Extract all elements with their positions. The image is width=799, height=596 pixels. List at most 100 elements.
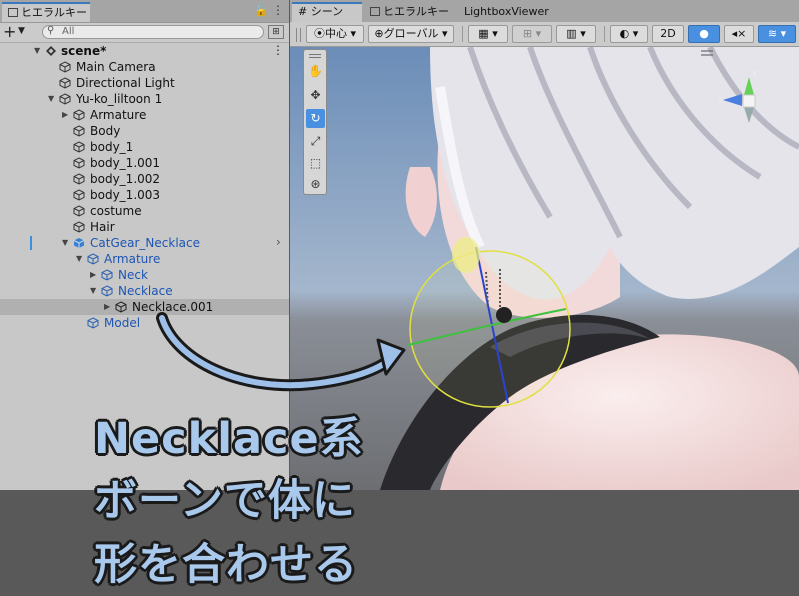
mute-icon: ◂× bbox=[731, 27, 747, 40]
snap-icon: ⊞ bbox=[522, 27, 533, 40]
toggle-2d-button[interactable]: 2D bbox=[652, 25, 684, 43]
tab-lightbox-viewer[interactable]: LightboxViewer bbox=[456, 2, 566, 22]
gameobject-icon bbox=[101, 269, 113, 281]
hierarchy-tab[interactable]: ヒエラルキー bbox=[2, 2, 90, 22]
lighting-toggle-button[interactable]: ● bbox=[688, 25, 720, 43]
gameobject-icon bbox=[73, 189, 85, 201]
scene-tab-bar: # シーン ヒエラルキー LightboxViewer bbox=[290, 0, 799, 22]
caption-line-3: 形を合わせる bbox=[94, 540, 358, 590]
gameobject-icon bbox=[59, 93, 71, 105]
tab-hierarchy-label: ヒエラルキー bbox=[383, 5, 449, 18]
expand-arrow-icon[interactable]: ▼ bbox=[48, 91, 54, 107]
scene-name: scene* bbox=[61, 44, 107, 58]
hierarchy-item-directional-light[interactable]: Directional Light bbox=[0, 75, 289, 91]
expand-arrow-icon[interactable]: ▼ bbox=[34, 43, 40, 59]
hierarchy-search-input[interactable]: ⚲ All bbox=[42, 25, 264, 39]
gameobject-icon bbox=[101, 285, 113, 297]
hierarchy-item-body[interactable]: Body bbox=[0, 123, 289, 139]
tab-scene-label: シーン bbox=[310, 5, 344, 18]
scene-filter-icon[interactable]: ⊞ bbox=[268, 25, 284, 39]
transform-tool-icon[interactable]: ⊛ bbox=[306, 175, 325, 194]
hierarchy-tab-bar: ヒエラルキー 🔓 ⋮ bbox=[0, 0, 289, 23]
hierarchy-item-catgear-necklace[interactable]: ▼ CatGear_Necklace bbox=[0, 235, 289, 251]
hierarchy-item-body-1-002[interactable]: body_1.002 bbox=[0, 171, 289, 187]
chevron-down-icon: ▾ bbox=[780, 27, 787, 40]
pivot-label: 中心 bbox=[324, 27, 347, 40]
gameobject-icon bbox=[59, 77, 71, 89]
hand-tool-icon[interactable]: ✋ bbox=[306, 62, 325, 81]
shading-mode-dropdown[interactable]: ◐ ▾ bbox=[610, 25, 648, 43]
audio-toggle-button[interactable]: ◂× bbox=[724, 25, 754, 43]
hierarchy-item-label: Main Camera bbox=[76, 60, 156, 74]
hierarchy-item-label: Necklace bbox=[118, 284, 173, 298]
hierarchy-item-label: Yu-ko_liltoon 1 bbox=[76, 92, 163, 106]
toolbar-separator bbox=[604, 26, 605, 42]
scene-viewport[interactable]: y z bbox=[290, 47, 799, 490]
hierarchy-list-icon bbox=[8, 8, 18, 17]
effects-dropdown[interactable]: ≋ ▾ bbox=[758, 25, 796, 43]
hierarchy-item-hair[interactable]: Hair bbox=[0, 219, 289, 235]
space-label: グローバル bbox=[383, 27, 439, 40]
chevron-down-icon: ▾ bbox=[535, 27, 542, 40]
transform-tools-palette: ✋ ✥ ↻ ⤢ ⬚ ⊛ bbox=[303, 49, 327, 195]
hierarchy-item-label: Armature bbox=[104, 252, 161, 266]
hierarchy-item-model[interactable]: Model bbox=[0, 315, 289, 331]
hierarchy-item-necklace-armature[interactable]: ▼ Armature bbox=[0, 251, 289, 267]
panel-menu-icon[interactable]: ⋮ bbox=[272, 3, 284, 17]
rotation-gizmo-ring[interactable] bbox=[409, 250, 571, 408]
toolbar-separator bbox=[462, 26, 463, 42]
scale-tool-icon[interactable]: ⤢ bbox=[306, 132, 325, 151]
lock-icon[interactable]: 🔓 bbox=[254, 4, 268, 17]
move-tool-icon[interactable]: ✥ bbox=[306, 86, 325, 105]
scene-menu-icon[interactable]: ⋮ bbox=[272, 43, 284, 57]
gameobject-icon bbox=[87, 317, 99, 329]
increment-snap-dropdown[interactable]: ⊞ ▾ bbox=[512, 25, 552, 43]
necklace-bone-joint bbox=[496, 307, 512, 323]
hierarchy-tab-label: ヒエラルキー bbox=[21, 6, 87, 19]
chevron-down-icon[interactable]: ▼ bbox=[18, 26, 25, 36]
chevron-down-icon: ▾ bbox=[492, 27, 498, 40]
ruler-dropdown[interactable]: ▥ ▾ bbox=[556, 25, 596, 43]
prefab-icon bbox=[73, 238, 85, 248]
collapse-arrow-icon[interactable]: ▶ bbox=[104, 299, 110, 315]
hierarchy-scene-row[interactable]: ▼ scene* bbox=[0, 43, 289, 59]
hierarchy-item-main-camera[interactable]: Main Camera bbox=[0, 59, 289, 75]
rotate-tool-icon[interactable]: ↻ bbox=[306, 109, 325, 128]
hierarchy-item-label: Armature bbox=[90, 108, 147, 122]
tab-scene[interactable]: # シーン bbox=[292, 2, 362, 22]
space-mode-dropdown[interactable]: ⊕グローバル ▾ bbox=[368, 25, 454, 43]
pivot-mode-dropdown[interactable]: ⦿中心 ▾ bbox=[306, 25, 364, 43]
hierarchy-item-label: Neck bbox=[118, 268, 148, 282]
hierarchy-item-label: body_1.002 bbox=[90, 172, 161, 186]
tab-hierarchy[interactable]: ヒエラルキー bbox=[364, 2, 454, 22]
hierarchy-item-neck[interactable]: ▶ Neck bbox=[0, 267, 289, 283]
palette-grip bbox=[309, 54, 321, 58]
hierarchy-item-label: body_1.001 bbox=[90, 156, 161, 170]
hierarchy-item-label: body_1 bbox=[90, 140, 134, 154]
pivot-icon: ⦿ bbox=[313, 27, 325, 40]
search-icon: ⚲ bbox=[47, 25, 55, 36]
hierarchy-item-armature[interactable]: ▶ Armature bbox=[0, 107, 289, 123]
hierarchy-item-necklace[interactable]: ▼ Necklace bbox=[0, 283, 289, 299]
grid-snap-dropdown[interactable]: ▦ ▾ bbox=[468, 25, 508, 43]
expand-arrow-icon[interactable]: ▼ bbox=[90, 283, 96, 299]
gizmo-center-cube[interactable] bbox=[742, 94, 756, 108]
hierarchy-item-label: Model bbox=[104, 316, 141, 330]
hierarchy-item-label: body_1.003 bbox=[90, 188, 161, 202]
gizmo-z-label: z bbox=[718, 96, 723, 106]
hierarchy-item-costume[interactable]: costume bbox=[0, 203, 289, 219]
hierarchy-item-body-1[interactable]: body_1 bbox=[0, 139, 289, 155]
hierarchy-item-body-1-003[interactable]: body_1.003 bbox=[0, 187, 289, 203]
hierarchy-item-body-1-001[interactable]: body_1.001 bbox=[0, 155, 289, 171]
layers-icon: ≋ bbox=[767, 27, 778, 40]
hierarchy-item-yu-ko[interactable]: ▼ Yu-ko_liltoon 1 bbox=[0, 91, 289, 107]
chevron-right-icon[interactable]: › bbox=[276, 235, 281, 249]
expand-arrow-icon[interactable]: ▼ bbox=[62, 235, 68, 251]
rect-tool-icon[interactable]: ⬚ bbox=[306, 154, 325, 173]
hierarchy-item-necklace-001[interactable]: ▶ Necklace.001 bbox=[0, 299, 289, 315]
hierarchy-item-label: Directional Light bbox=[76, 76, 175, 90]
expand-arrow-icon[interactable]: ▼ bbox=[76, 251, 82, 267]
add-object-button[interactable]: + bbox=[3, 23, 16, 41]
collapse-arrow-icon[interactable]: ▶ bbox=[90, 267, 96, 283]
collapse-arrow-icon[interactable]: ▶ bbox=[62, 107, 68, 123]
